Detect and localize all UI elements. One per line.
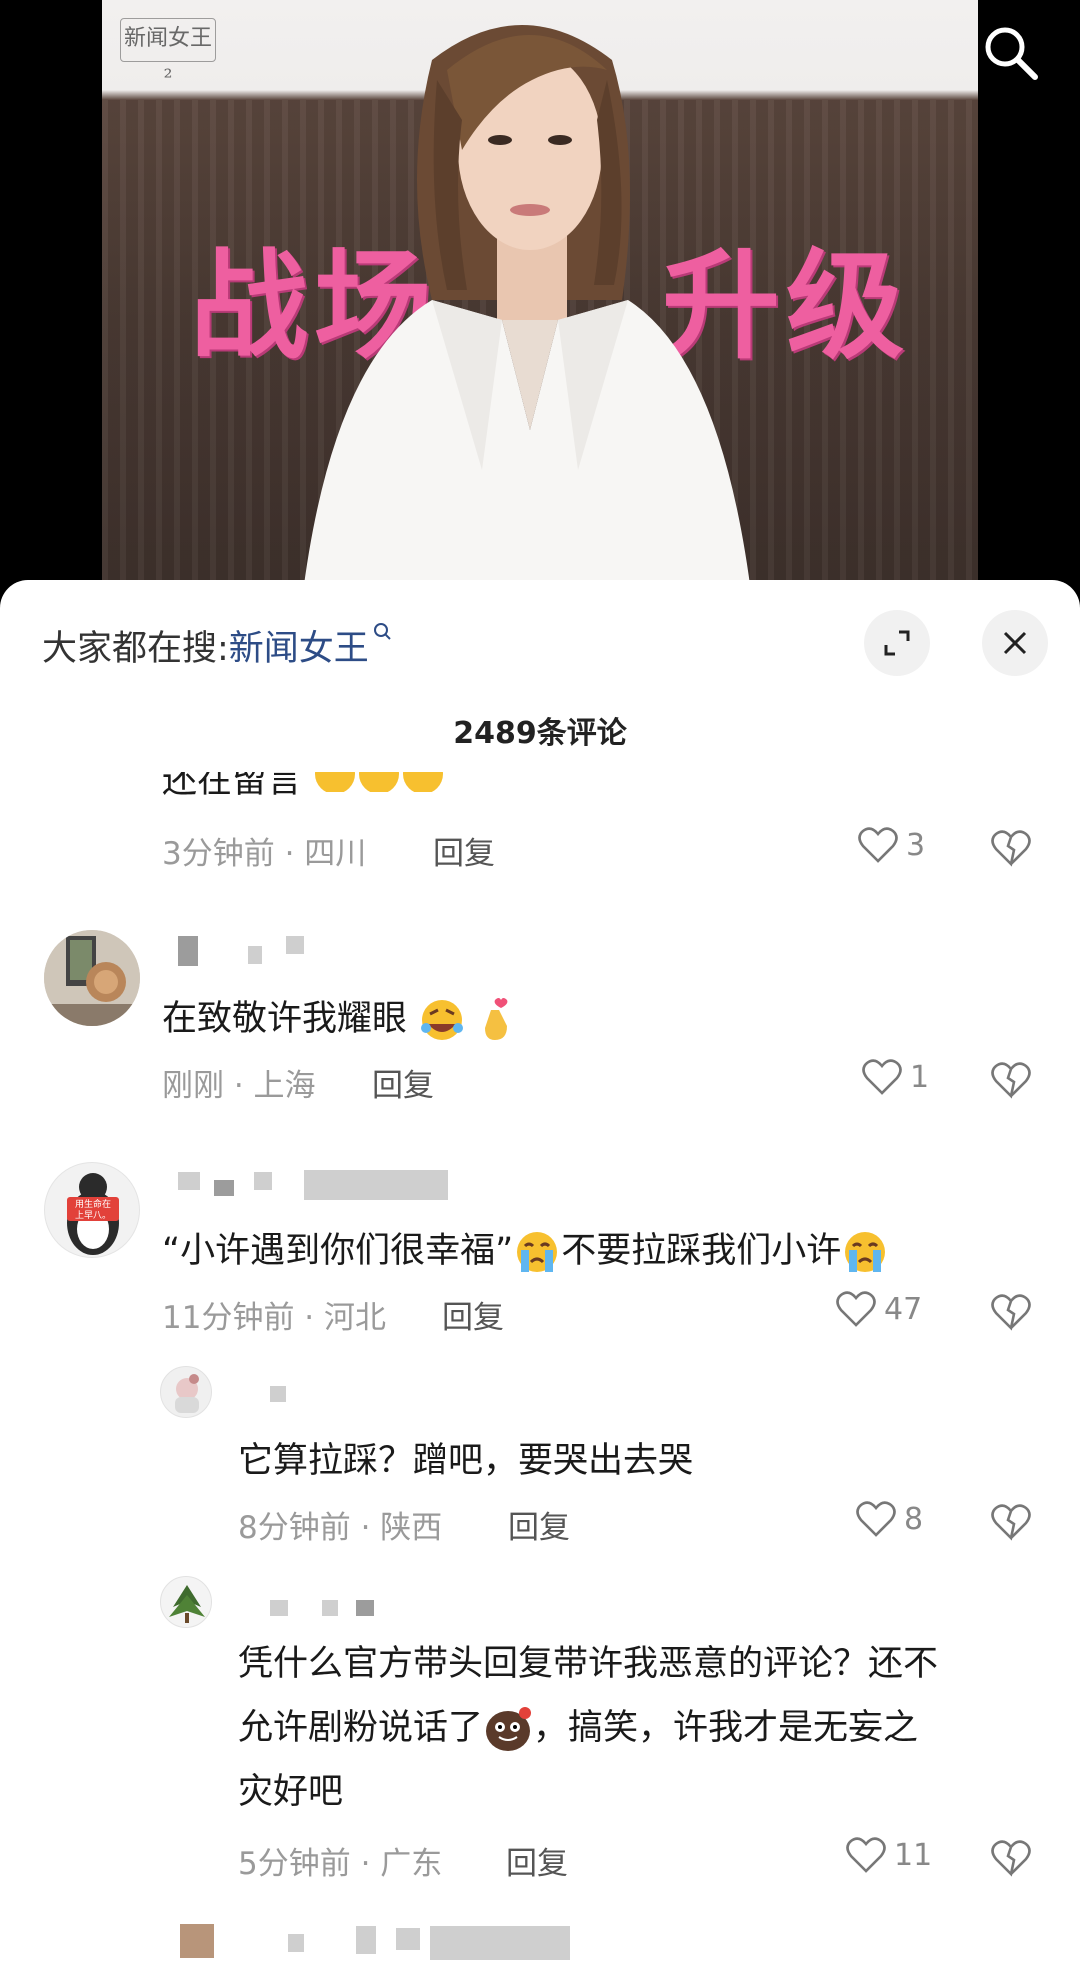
username-redacted <box>178 936 198 966</box>
broken-heart-icon[interactable] <box>990 1502 1032 1542</box>
like-button[interactable]: 47 <box>836 1290 922 1328</box>
comment-text: 在致敬许我耀眼 <box>162 990 517 1044</box>
like-count: 11 <box>894 1837 933 1873</box>
like-button[interactable]: 3 <box>858 826 925 864</box>
expand-button[interactable] <box>864 610 930 676</box>
poop-emoji <box>486 1707 532 1751</box>
close-button[interactable] <box>982 610 1048 676</box>
heart-icon <box>858 827 898 863</box>
avatar[interactable] <box>160 1366 212 1418</box>
reply-time-location: 8分钟前 · 陕西 <box>238 1510 443 1546</box>
username-redacted <box>270 1386 286 1402</box>
reply-button[interactable]: 回复 <box>372 1060 434 1105</box>
video-player[interactable]: 新闻女王² 战场 升级 <box>0 0 1080 600</box>
broken-heart-icon[interactable] <box>990 828 1032 868</box>
username-redacted <box>396 1928 420 1950</box>
expand-icon <box>884 630 910 656</box>
heart-icon <box>846 1837 886 1873</box>
reply-text: 它算拉踩？蹭吧，要哭出去哭 <box>238 1441 694 1481</box>
avatar-image <box>169 1585 205 1623</box>
username-redacted <box>288 1934 304 1952</box>
comment-sheet-header: 大家都在搜:新闻女王 2489条评论 <box>0 580 1080 760</box>
username-redacted <box>254 1172 272 1190</box>
like-count: 3 <box>906 827 926 863</box>
comment-time-location: 刚刚 · 上海 <box>162 1068 316 1104</box>
avatar[interactable] <box>44 930 140 1026</box>
username-redacted <box>322 1600 338 1616</box>
username-redacted <box>178 1172 200 1190</box>
avatar-sign-text: 用生命在 <box>75 1198 111 1210</box>
comment-sheet: 大家都在搜:新闻女王 2489条评论 还在留言 3分钟前 · 四川 回复 3 在… <box>0 580 1080 1985</box>
finger-heart-emoji <box>485 998 508 1040</box>
heart-icon <box>836 1291 876 1327</box>
reply-time-location: 5分钟前 · 广东 <box>238 1846 443 1882</box>
avatar[interactable]: 用生命在 上早八。 <box>44 1162 140 1258</box>
username-redacted <box>214 1180 234 1196</box>
avatar-image <box>44 930 140 1026</box>
crying-emoji <box>845 1232 886 1272</box>
comment-time-location: 11分钟前 · 河北 <box>162 1300 387 1336</box>
username-redacted <box>270 1600 288 1616</box>
broken-heart-icon[interactable] <box>990 1060 1032 1100</box>
reply-button[interactable]: 回复 <box>433 828 495 873</box>
comment-time-location: 3分钟前 · 四川 <box>162 836 367 872</box>
hot-search-keyword[interactable]: 新闻女王 <box>229 629 369 669</box>
username-redacted <box>304 1170 448 1200</box>
avatar-sign-text: 上早八。 <box>75 1210 111 1221</box>
search-icon[interactable] <box>980 22 1042 84</box>
like-button[interactable]: 8 <box>856 1500 923 1538</box>
reply-button[interactable]: 回复 <box>508 1502 570 1547</box>
username-redacted <box>430 1926 570 1960</box>
crying-emoji <box>517 1232 558 1272</box>
like-count: 47 <box>884 1291 923 1327</box>
reply-text: 凭什么官方带头回复带许我恶意的评论？还不 允许剧粉说话了 ，搞笑，许我才是无妄之 … <box>238 1644 939 1812</box>
avatar-image: 用生命在 上早八。 <box>67 1173 119 1255</box>
like-count: 8 <box>904 1501 924 1537</box>
username-redacted <box>248 946 262 964</box>
avatar[interactable] <box>180 1924 214 1958</box>
avatar-image <box>175 1374 199 1413</box>
video-frame: 新闻女王² 战场 升级 <box>102 0 978 600</box>
like-button[interactable]: 11 <box>846 1836 932 1874</box>
broken-heart-icon[interactable] <box>990 1292 1032 1332</box>
comment-text-partial: 还在留言 <box>162 772 445 804</box>
reply-button[interactable]: 回复 <box>442 1292 504 1337</box>
broken-heart-icon[interactable] <box>990 1838 1032 1878</box>
heart-icon <box>862 1059 902 1095</box>
avatar[interactable] <box>160 1576 212 1628</box>
hot-search-prefix: 大家都在搜: <box>42 629 229 669</box>
username-redacted <box>356 1926 376 1954</box>
username-redacted <box>356 1600 374 1616</box>
like-count: 1 <box>910 1059 930 1095</box>
laughing-emoji <box>421 1000 464 1040</box>
username-redacted <box>286 936 304 954</box>
comment-text: “小许遇到你们很幸福” 不要拉踩我们小许 <box>162 1222 889 1274</box>
close-icon <box>1003 631 1027 655</box>
comment-count: 2489条评论 <box>453 716 627 751</box>
heart-icon <box>856 1501 896 1537</box>
presenter-figure <box>302 25 752 600</box>
reply-button[interactable]: 回复 <box>506 1838 568 1883</box>
small-search-icon <box>373 623 391 640</box>
hot-search-bar[interactable]: 大家都在搜:新闻女王 <box>42 620 393 671</box>
crying-emoji <box>315 772 444 792</box>
like-button[interactable]: 1 <box>862 1058 929 1096</box>
